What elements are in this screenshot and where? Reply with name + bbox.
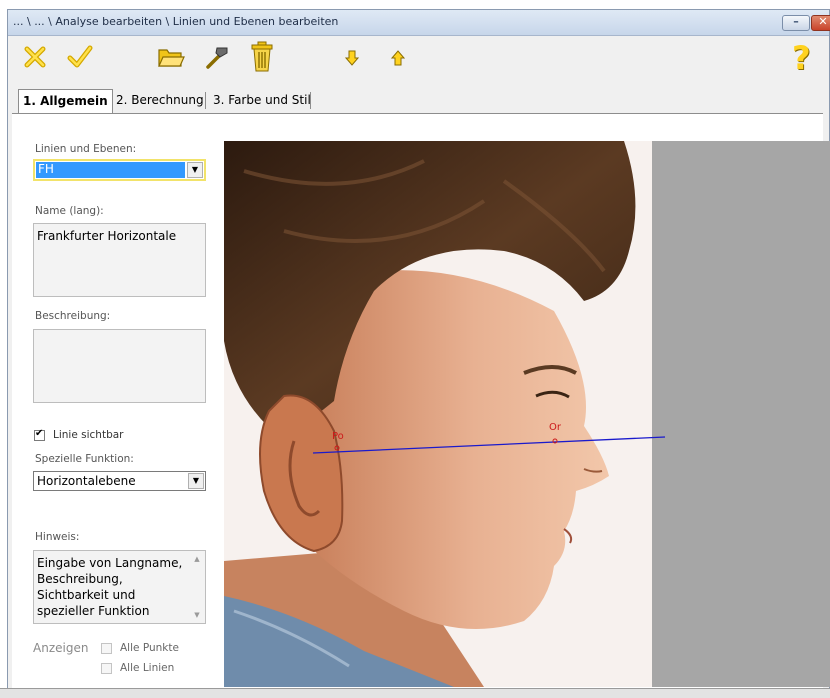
show-label: Anzeigen <box>33 641 89 655</box>
show-all-lines-checkbox[interactable] <box>101 663 112 674</box>
close-button[interactable]: ✕ <box>811 15 830 31</box>
minimize-button[interactable]: – <box>782 15 810 31</box>
function-select-value: Horizontalebene <box>37 474 136 488</box>
name-field-value: Frankfurter Horizontale <box>37 229 177 243</box>
help-icon[interactable]: ?? <box>788 40 820 76</box>
name-field[interactable]: Frankfurter Horizontale <box>33 223 206 297</box>
tab-berechnung[interactable]: 2. Berechnung <box>112 89 208 111</box>
move-up-icon[interactable] <box>390 48 406 68</box>
trash-icon[interactable] <box>248 40 276 74</box>
chevron-down-icon[interactable]: ▼ <box>188 473 204 489</box>
tab-allgemein[interactable]: 1. Allgemein <box>18 89 113 113</box>
function-select[interactable]: Horizontalebene ▼ <box>33 471 206 491</box>
description-field[interactable] <box>33 329 206 403</box>
tab-farbe-und-stil[interactable]: 3. Farbe und Stil <box>209 89 315 111</box>
scroll-up-icon[interactable]: ▲ <box>189 555 205 563</box>
lines-select[interactable]: FH ▼ <box>33 159 206 181</box>
profile-photo: Po Or <box>224 141 666 687</box>
show-all-lines-label: Alle Linien <box>120 662 175 674</box>
lines-label: Linien und Ebenen: <box>35 143 137 155</box>
window-title: ... \ ... \ Analyse bearbeiten \ Linien … <box>13 15 339 28</box>
ok-icon[interactable] <box>66 44 94 70</box>
cancel-icon[interactable] <box>22 44 48 70</box>
point-po-label: Po <box>332 431 344 442</box>
title-bar: ... \ ... \ Analyse bearbeiten \ Linien … <box>8 10 830 36</box>
description-label: Beschreibung: <box>35 310 111 322</box>
point-or-label: Or <box>549 422 562 433</box>
chevron-down-icon[interactable]: ▼ <box>187 162 203 178</box>
move-down-icon[interactable] <box>344 48 360 68</box>
hint-label: Hinweis: <box>35 531 80 543</box>
show-all-points-checkbox[interactable] <box>101 643 112 654</box>
hint-scrollbar[interactable]: ▲ ▼ <box>189 551 205 623</box>
scroll-down-icon[interactable]: ▼ <box>189 611 205 619</box>
tab-separator <box>310 92 311 109</box>
tab-separator <box>205 92 206 109</box>
show-all-points-label: Alle Punkte <box>120 642 179 654</box>
open-folder-icon[interactable] <box>156 42 186 72</box>
hint-text: Eingabe von Langname, Beschreibung, Sich… <box>37 556 183 618</box>
image-canvas[interactable]: Po Or <box>224 141 830 687</box>
hammer-icon[interactable] <box>202 42 232 72</box>
name-label: Name (lang): <box>35 205 104 217</box>
function-label: Spezielle Funktion: <box>35 453 134 465</box>
line-visible-checkbox[interactable] <box>34 428 45 441</box>
lines-select-value: FH <box>38 162 54 176</box>
hint-box: Eingabe von Langname, Beschreibung, Sich… <box>33 550 206 624</box>
svg-text:?: ? <box>792 41 811 75</box>
toolbar: ?? <box>8 36 829 94</box>
line-visible-label: Linie sichtbar <box>53 429 124 441</box>
selection-highlight <box>36 162 185 178</box>
